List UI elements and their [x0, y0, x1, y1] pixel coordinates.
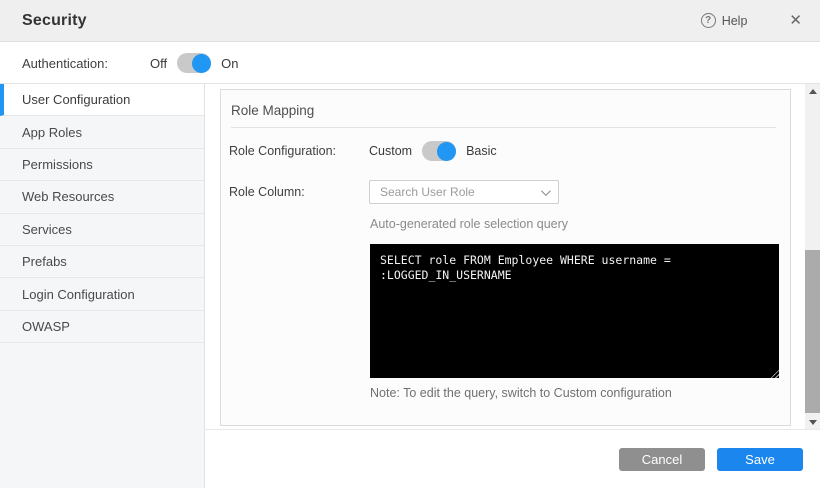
scrollable-region: Role Mapping Role Configuration: Custom … — [205, 84, 820, 430]
role-mapping-title: Role Mapping — [221, 90, 790, 118]
query-textarea[interactable]: SELECT role FROM Employee WHERE username… — [370, 244, 779, 378]
sidebar-item-user-configuration[interactable]: User Configuration — [0, 84, 204, 116]
panel-divider — [231, 127, 776, 128]
role-column-placeholder: Search User Role — [380, 185, 541, 199]
dialog-header: Security ? Help ✕ — [0, 0, 820, 42]
role-column-label: Role Column: — [221, 185, 369, 199]
save-button[interactable]: Save — [717, 448, 803, 471]
role-config-custom-label: Custom — [369, 144, 412, 158]
sidebar-item-prefabs[interactable]: Prefabs — [0, 246, 204, 278]
role-config-basic-label: Basic — [466, 144, 497, 158]
authentication-toggle[interactable] — [177, 53, 211, 73]
role-column-select[interactable]: Search User Role — [369, 180, 559, 204]
auth-off-label: Off — [150, 56, 167, 71]
help-label: Help — [722, 14, 748, 28]
vertical-scrollbar[interactable] — [805, 84, 820, 429]
help-button[interactable]: ? Help — [701, 13, 748, 28]
role-configuration-label: Role Configuration: — [221, 144, 369, 158]
cancel-button[interactable]: Cancel — [619, 448, 705, 471]
close-icon[interactable]: ✕ — [789, 13, 802, 28]
sidebar-item-app-roles[interactable]: App Roles — [0, 116, 204, 148]
role-configuration-toggle[interactable] — [422, 141, 456, 161]
page-title: Security — [22, 12, 87, 30]
authentication-label: Authentication: — [22, 56, 108, 71]
query-note: Note: To edit the query, switch to Custo… — [370, 386, 672, 400]
help-icon: ? — [701, 13, 716, 28]
sidebar-item-web-resources[interactable]: Web Resources — [0, 181, 204, 213]
auth-on-label: On — [221, 56, 238, 71]
sidebar-item-services[interactable]: Services — [0, 214, 204, 246]
security-dialog: Security ? Help ✕ Authentication: Off On… — [0, 0, 820, 488]
sidebar-item-permissions[interactable]: Permissions — [0, 149, 204, 181]
authentication-row: Authentication: Off On — [0, 43, 820, 84]
security-sidebar: User Configuration App Roles Permissions… — [0, 84, 205, 488]
content-area: Role Mapping Role Configuration: Custom … — [205, 84, 820, 488]
scrollbar-thumb[interactable] — [805, 250, 820, 413]
chevron-down-icon — [541, 186, 551, 196]
query-caption: Auto-generated role selection query — [370, 217, 568, 231]
scrollbar-down-arrow-icon[interactable] — [805, 415, 820, 429]
sidebar-item-login-configuration[interactable]: Login Configuration — [0, 278, 204, 310]
role-configuration-toggle-knob — [437, 142, 456, 161]
sidebar-item-owasp[interactable]: OWASP — [0, 311, 204, 343]
authentication-toggle-knob — [192, 54, 211, 73]
scrollbar-up-arrow-icon[interactable] — [805, 84, 820, 98]
role-mapping-panel: Role Mapping Role Configuration: Custom … — [220, 89, 791, 426]
